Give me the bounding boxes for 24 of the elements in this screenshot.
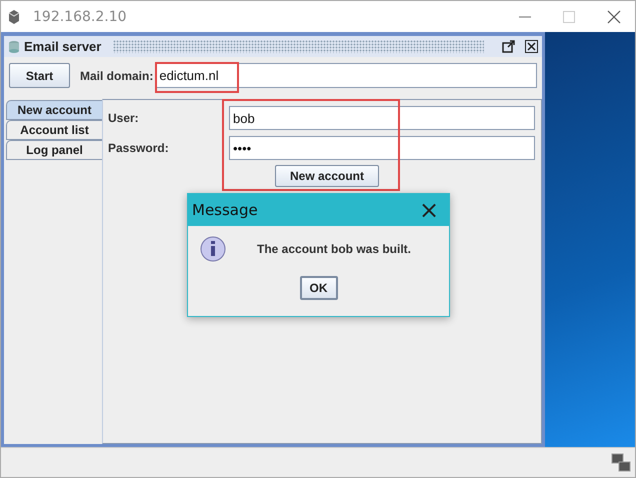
window-title: 192.168.2.10 (33, 8, 128, 24)
close-icon[interactable] (525, 40, 538, 53)
info-icon (200, 236, 226, 262)
input-field[interactable]: bob (229, 106, 535, 130)
dialog-title: Message (192, 201, 258, 219)
domain-field[interactable]: edictum.nl (155, 63, 537, 88)
new-account-button[interactable]: New account (275, 165, 379, 187)
app-icon (8, 40, 20, 54)
close-icon[interactable] (607, 10, 621, 24)
app-icon (7, 8, 21, 24)
field-label: Mail domain: (80, 68, 154, 82)
start-button[interactable]: Start (9, 63, 70, 88)
field-label: User: (108, 111, 140, 125)
input-field[interactable]: •••• (229, 136, 535, 160)
close-button[interactable]: × (409, 196, 449, 224)
tab[interactable]: Log panel (6, 140, 102, 160)
message-text: The account bob was built. (257, 242, 412, 256)
tab[interactable]: New account (6, 100, 102, 120)
field-label: Password: (108, 141, 170, 155)
maximize-icon[interactable] (502, 40, 515, 53)
windows-icon[interactable] (611, 452, 631, 472)
tab[interactable]: Account list (6, 120, 102, 140)
frame-title: Email server (24, 39, 102, 54)
ok-button[interactable]: OK (300, 276, 338, 300)
